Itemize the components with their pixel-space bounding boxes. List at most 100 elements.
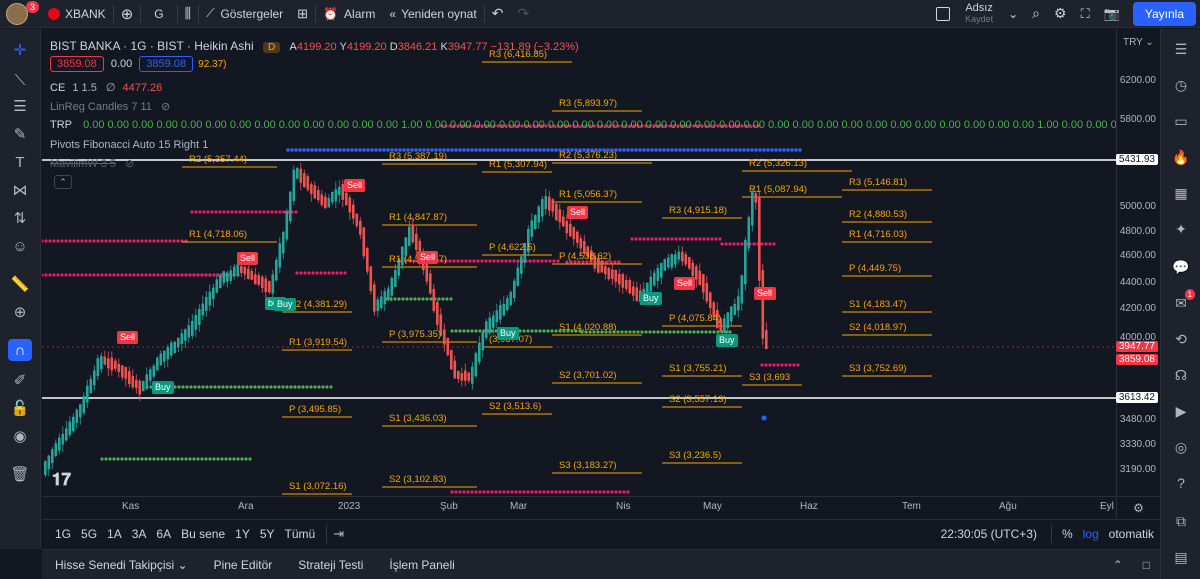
- redo-button[interactable]: ↷: [510, 0, 536, 28]
- calendar-icon[interactable]: ▦: [1169, 181, 1193, 205]
- price-axis[interactable]: TRY ⌄ 6200.00 5800.00 5431.93 5000.00 4800.0…: [1115, 29, 1160, 496]
- zoom-in-icon[interactable]: ⊕: [8, 301, 32, 323]
- horizontal-lines-icon[interactable]: ☰: [8, 95, 32, 117]
- linreg-legend[interactable]: LinReg Candles 7 11 ⊘: [50, 100, 170, 113]
- mavilim-dot: [526, 148, 530, 152]
- settings-button[interactable]: ⚙: [1047, 0, 1074, 28]
- crosshair-icon[interactable]: ✛: [8, 39, 32, 61]
- buy-price-button[interactable]: 3859.08: [139, 56, 194, 72]
- broadcast-icon[interactable]: ◎: [1169, 435, 1193, 459]
- watchlist-icon[interactable]: ☰: [1169, 37, 1193, 61]
- pivots-legend[interactable]: Pivots Fibonacci Auto 15 Right 1: [50, 139, 208, 151]
- ce-stop-dot: [644, 330, 648, 334]
- trp-legend[interactable]: TRP 0.00 0.00 0.00 0.00 0.00 0.00 0.00 0…: [50, 119, 1116, 131]
- hotlist-flame-icon[interactable]: 🔥: [1169, 145, 1193, 169]
- mavilim-dot: [534, 148, 538, 152]
- lock-drawing-icon[interactable]: ✐: [8, 369, 32, 391]
- notifications-icon[interactable]: ✉ 1: [1169, 289, 1195, 315]
- range-1m[interactable]: 1A: [102, 527, 127, 541]
- ce-stop-dot: [632, 330, 636, 334]
- prediction-icon[interactable]: ⇅: [8, 207, 32, 229]
- help-icon[interactable]: ?: [1169, 471, 1193, 495]
- log-scale-toggle[interactable]: log: [1083, 527, 1099, 541]
- compare-symbol-button[interactable]: ⊕: [114, 0, 141, 28]
- text-icon[interactable]: T: [8, 151, 32, 173]
- range-5d[interactable]: 5G: [76, 527, 102, 541]
- range-3m[interactable]: 3A: [127, 527, 152, 541]
- trash-icon[interactable]: 🗑: [8, 463, 32, 485]
- save-layout-button[interactable]: Adsız Kaydet: [957, 0, 1001, 28]
- indicators-button[interactable]: ⟋ Göstergeler: [199, 0, 290, 28]
- ce-indicator-legend[interactable]: CE 1 1.5 ∅ 4477.26: [50, 81, 162, 94]
- ce-stop-dot: [526, 329, 530, 333]
- magnet-icon[interactable]: ∩: [8, 339, 32, 361]
- tradingview-logo[interactable]: 𝟏𝟕: [52, 470, 71, 490]
- candle-body: [131, 375, 135, 388]
- pattern-icon[interactable]: ⋈: [8, 179, 32, 201]
- ce-stop-dot: [240, 457, 244, 461]
- range-1d[interactable]: 1G: [50, 527, 76, 541]
- hidden-eye-icon[interactable]: ⊘: [125, 158, 134, 170]
- goto-date-icon[interactable]: ⇥: [333, 526, 344, 542]
- chart-pane[interactable]: BIST BANKA · 1G · BIST · Heikin Ashi D A…: [42, 29, 1116, 496]
- eye-icon[interactable]: ◉: [8, 425, 32, 447]
- lock-icon[interactable]: 🔓: [8, 397, 32, 419]
- currency-selector[interactable]: TRY ⌄: [1123, 37, 1154, 48]
- range-6m[interactable]: 6A: [151, 527, 176, 541]
- axis-settings-button[interactable]: ⚙: [1116, 496, 1160, 518]
- fullscreen-button[interactable]: ⛶: [1074, 0, 1097, 28]
- layout-button[interactable]: [929, 0, 957, 28]
- maximize-panel-icon[interactable]: □: [1133, 558, 1160, 572]
- clock-timezone[interactable]: 22:30:05 (UTC+3): [941, 527, 1037, 541]
- percent-scale-toggle[interactable]: %: [1062, 527, 1073, 541]
- search-button[interactable]: ⌕: [1025, 0, 1047, 28]
- chat-bubbles-icon[interactable]: 💬: [1169, 255, 1193, 279]
- templates-button[interactable]: ⊞: [290, 0, 315, 28]
- brush-icon[interactable]: ✎: [8, 123, 32, 145]
- chart-type-button[interactable]: ⫼: [178, 0, 198, 28]
- tab-trading-panel[interactable]: İşlem Paneli: [376, 558, 467, 572]
- sell-price-button[interactable]: 3859.08: [50, 56, 104, 72]
- undo-button[interactable]: ↶: [485, 0, 511, 28]
- collapse-panel-icon[interactable]: ⌃: [1103, 558, 1133, 572]
- replay-button[interactable]: « Yeniden oynat: [382, 0, 483, 28]
- ce-stop-dot: [242, 210, 246, 214]
- range-5y[interactable]: 5Y: [255, 527, 280, 541]
- candle-body: [261, 276, 264, 288]
- tab-strategy-tester[interactable]: Strateji Testi: [285, 558, 376, 572]
- snapshot-button[interactable]: 📷: [1097, 0, 1127, 28]
- dom-icon[interactable]: ⟲: [1169, 327, 1193, 351]
- ce-stop-dot: [56, 273, 60, 277]
- symbol-search[interactable]: XBANK: [34, 0, 113, 28]
- hidden-eye-icon[interactable]: ⊘: [161, 101, 170, 113]
- auto-scale-toggle[interactable]: otomatik: [1109, 527, 1154, 541]
- chat-icon[interactable]: ▭: [1169, 109, 1193, 133]
- mavilim-name: MavilimW 3 5: [50, 158, 117, 170]
- ce-stop-dot: [297, 385, 301, 389]
- layers-icon[interactable]: ⧉: [1169, 509, 1193, 533]
- ruler-icon[interactable]: 📏: [8, 273, 32, 295]
- user-avatar[interactable]: 3: [0, 0, 40, 28]
- tab-pine-editor[interactable]: Pine Editör: [201, 558, 286, 572]
- mavilim-legend[interactable]: MavilimW 3 5 ⊘: [50, 157, 134, 170]
- collapse-legend-button[interactable]: ⌃: [54, 175, 72, 189]
- interval-button[interactable]: G: [141, 0, 176, 28]
- time-axis[interactable]: Kas Ara 2023 Şub Mar Nis May Haz Tem Ağu Eyl: [42, 496, 1116, 518]
- ce-stop-dot: [277, 385, 281, 389]
- publish-button[interactable]: Yayınla: [1127, 0, 1200, 28]
- pivot-label: R3 (5,893.97): [559, 98, 618, 109]
- layout-menu-button[interactable]: ⌄: [1001, 0, 1025, 28]
- ideas-bulb-icon[interactable]: ✦: [1169, 217, 1193, 241]
- alert-button[interactable]: ⏰ Alarm: [316, 0, 382, 28]
- ce-stop-dot: [449, 297, 453, 301]
- alerts-clock-icon[interactable]: ◷: [1169, 73, 1193, 97]
- trend-line-icon[interactable]: ⟍: [8, 69, 32, 91]
- stream-icon[interactable]: ☊: [1169, 363, 1193, 387]
- emoji-icon[interactable]: ☺: [8, 235, 32, 257]
- range-1y[interactable]: 1Y: [230, 527, 255, 541]
- panel-toggle-icon[interactable]: ▤: [1169, 545, 1193, 569]
- range-ytd[interactable]: Bu sene: [176, 527, 230, 541]
- range-all[interactable]: Tümü: [280, 527, 321, 541]
- tab-stock-screener[interactable]: Hisse Senedi Takipçisi ⌄: [42, 558, 201, 572]
- play-icon[interactable]: ▶: [1169, 399, 1193, 423]
